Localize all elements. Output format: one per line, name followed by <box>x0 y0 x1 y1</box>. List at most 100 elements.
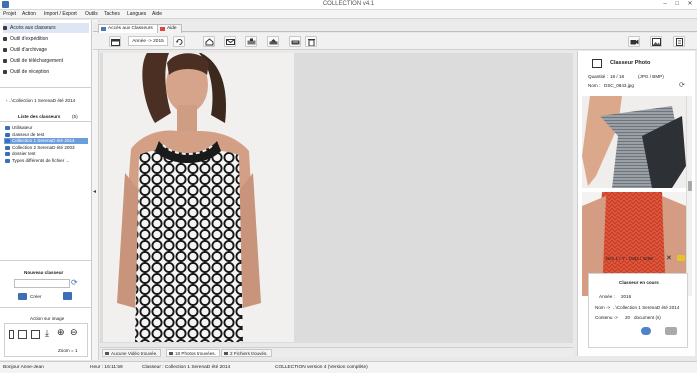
classeur-item[interactable]: Utilisateur <box>4 125 88 131</box>
trash-button[interactable] <box>305 36 317 47</box>
photo-status-tab[interactable]: 18 Photos trouvées. <box>166 349 220 357</box>
divider <box>0 87 92 88</box>
greeting-text: Bonjour Anne-Jean <box>3 365 44 370</box>
format-label: (JPG / BMP) <box>638 74 664 79</box>
file-status-tabs: Aucune Vidéo trouvée. 18 Photos trouvées… <box>100 347 573 357</box>
photo-button[interactable] <box>650 36 662 47</box>
folder-icon <box>18 293 27 300</box>
nav-acces-classeurs[interactable]: Accès aux classeurs <box>3 23 89 33</box>
menu-taches[interactable]: Taches <box>104 11 120 17</box>
zoom-in-icon[interactable]: ⊕ <box>57 327 65 338</box>
thumbnail-list[interactable] <box>582 96 688 296</box>
year-selector[interactable]: Année -> 2015 <box>128 36 168 46</box>
receive-icon <box>3 70 7 74</box>
classeur-photo-title: Classeur Photo <box>610 60 651 66</box>
folder-icon <box>5 132 10 137</box>
handshake-icon[interactable] <box>665 327 677 335</box>
nav-outil-archivage[interactable]: Outil d'archivage <box>3 45 89 55</box>
menu-langues[interactable]: Langues <box>127 11 146 17</box>
minimize-button[interactable]: – <box>660 0 670 9</box>
drive-button[interactable] <box>289 36 301 47</box>
annee-value: 2016 <box>621 294 632 299</box>
menu-action[interactable]: Action <box>22 11 36 17</box>
refresh-button[interactable] <box>173 36 185 47</box>
nom-label: Nom : <box>588 83 601 88</box>
classeur-item[interactable]: dossier test <box>4 151 88 157</box>
classeurs-count: (5) <box>72 114 78 119</box>
contenu-label: Contenu -> <box>595 315 618 320</box>
classeur-item[interactable]: Types différents de fichier ... <box>4 158 88 164</box>
mail-open-button[interactable] <box>203 36 215 47</box>
nav-outil-expedition[interactable]: Outil d'expédition <box>3 34 89 44</box>
folder-icon <box>5 158 10 163</box>
chat-icon[interactable] <box>641 327 651 335</box>
thumbnail-scrollbar[interactable] <box>686 96 692 296</box>
divider <box>0 121 92 122</box>
binder-icon <box>101 27 106 31</box>
nouveau-classeur-input[interactable] <box>14 279 70 288</box>
refresh-icon[interactable]: ⟳ <box>679 81 685 89</box>
refresh-icon[interactable]: ⟳ <box>71 279 80 288</box>
video-icon <box>105 352 109 355</box>
page-icon[interactable] <box>9 330 14 339</box>
title-bar: COLLECTION v4.1 – □ ✕ <box>0 0 697 10</box>
folder-icon[interactable] <box>677 255 685 261</box>
tab-aide[interactable]: Aide <box>157 24 182 33</box>
nouveau-classeur-title: Nouveau classeur <box>24 270 64 275</box>
download-icon[interactable]: ⤓ <box>45 328 49 339</box>
outbox-button[interactable] <box>267 36 279 47</box>
document-icon <box>224 352 228 355</box>
folder-open-icon[interactable] <box>63 292 72 300</box>
menu-aide[interactable]: Aide <box>152 11 162 17</box>
help-icon <box>160 27 165 31</box>
mail-button[interactable] <box>224 36 236 47</box>
classeur-item[interactable]: classeur de test <box>4 132 88 138</box>
document-button[interactable] <box>673 36 685 47</box>
menu-import-export[interactable]: Import / Export <box>44 11 77 17</box>
video-status-tab[interactable]: Aucune Vidéo trouvée. <box>102 349 162 357</box>
tab-bar: Accès aux Classeurs Aide <box>93 22 697 33</box>
folder-icon <box>5 145 10 150</box>
action-image-title: Action sur image <box>30 316 65 321</box>
file-status-tab[interactable]: 2 Fichiers trouvés. <box>221 349 272 357</box>
folder-icon <box>5 152 10 156</box>
scrollbar-thumb[interactable] <box>688 181 692 191</box>
nav-outil-telechargement[interactable]: Outil de téléchargement <box>3 56 89 66</box>
close-button[interactable]: ✕ <box>685 0 695 9</box>
folder-icon <box>5 126 10 130</box>
main-photo <box>103 53 294 342</box>
splitter-arrow-icon: ◂ <box>93 189 97 195</box>
inbox-button[interactable] <box>245 36 257 47</box>
annee-label: Année : <box>599 294 615 299</box>
collection-breadcrumb[interactable]: › ..\Collection 1 SerenaD été 2014 <box>6 98 90 103</box>
divider <box>0 307 92 308</box>
classeur-item[interactable]: Collection 2 SerenaD été 2003 <box>4 145 88 151</box>
nom-value: DSC_0843.jpg <box>604 83 634 88</box>
en-cours-title: Classeur en cours <box>619 280 659 285</box>
export-icon[interactable] <box>18 330 27 339</box>
photo-icon <box>592 59 602 68</box>
ship-icon <box>3 37 7 41</box>
status-bar: Bonjour Anne-Jean Heur : 16:11:59 Classe… <box>0 361 697 373</box>
import-icon[interactable] <box>31 330 40 339</box>
toolbar: Année -> 2015 <box>93 33 697 50</box>
nom-value: ..\Collection 1 SerenaD été 2014 <box>613 305 680 310</box>
tab-acces-classeurs[interactable]: Accès aux Classeurs <box>98 24 158 33</box>
contenu-value: 20 <box>625 315 631 320</box>
maximize-button[interactable]: □ <box>672 0 682 9</box>
menu-projet[interactable]: Projet <box>3 11 16 17</box>
splitter[interactable]: ◂ <box>92 20 99 360</box>
calendar-button[interactable] <box>109 36 121 47</box>
zoom-out-icon[interactable]: ⊖ <box>70 327 78 338</box>
folder-icon <box>5 139 10 143</box>
classeur-item[interactable]: Collection 1 SerenaD été 2014 <box>4 138 88 144</box>
video-button[interactable] <box>628 36 640 47</box>
nav-outil-reception[interactable]: Outil de réception <box>3 67 89 77</box>
download-icon <box>3 59 7 63</box>
menu-outils[interactable]: Outils <box>85 11 98 17</box>
nom-label: Nom -> <box>595 305 611 310</box>
close-icon[interactable]: ✕ <box>666 254 672 262</box>
classeurs-title: Liste des classeurs <box>18 114 61 119</box>
classeur-list: Utilisateur classeur de test Collection 1 … <box>0 125 92 185</box>
creer-button[interactable]: Créer <box>30 294 42 299</box>
